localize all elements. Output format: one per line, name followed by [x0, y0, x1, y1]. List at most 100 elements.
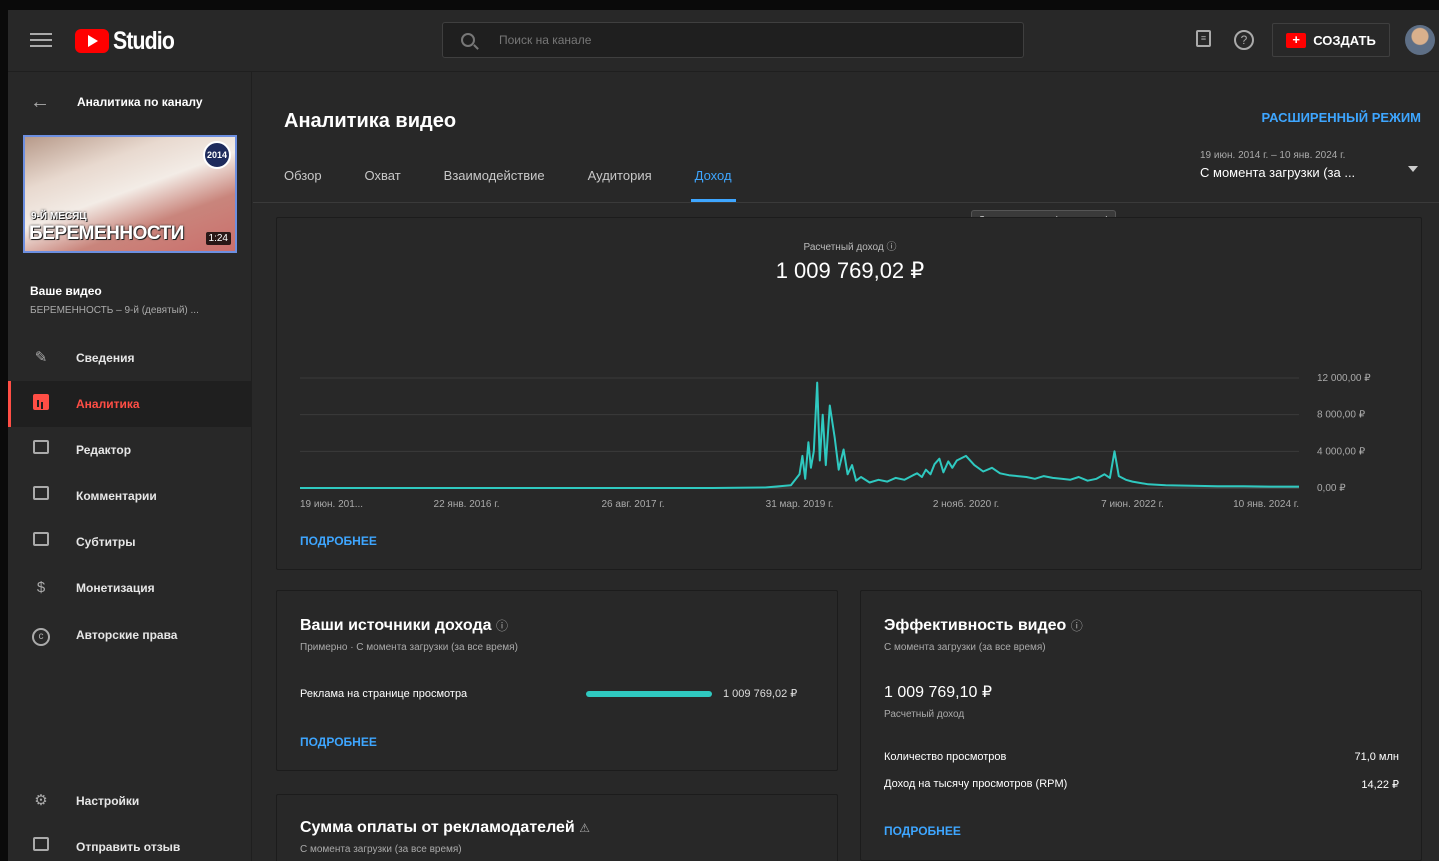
performance-value: 1 009 769,10 ₽ [884, 684, 993, 701]
gear-icon: ⚙ [34, 792, 48, 809]
sidebar-item-send-feedback[interactable]: Отправить отзыв [8, 824, 252, 861]
x-tick-label: 26 авг. 2017 г. [602, 499, 665, 510]
y-tick-label: 0,00 ₽ [1317, 483, 1346, 494]
tab-engagement[interactable]: Взаимодействие [444, 158, 545, 204]
back-arrow-icon[interactable]: ← [30, 92, 50, 112]
sources-more-link[interactable]: ПОДРОБНЕЕ [300, 735, 377, 749]
revenue-more-link[interactable]: ПОДРОБНЕЕ [300, 534, 377, 548]
row-value: 14,22 ₽ [1361, 779, 1399, 791]
sidebar-item-comments[interactable]: Комментарии [8, 473, 252, 519]
sidebar-item-monetization[interactable]: $ Монетизация [8, 565, 252, 611]
performance-row-views: Количество просмотров 71,0 млн [884, 751, 1399, 763]
feedback-icon[interactable]: ≡ [1196, 30, 1211, 47]
card-title: Сумма оплаты от рекламодателей ⚠ [300, 819, 590, 837]
sidebar-item-settings[interactable]: ⚙ Настройки [8, 778, 252, 824]
y-tick-label: 12 000,00 ₽ [1317, 373, 1371, 384]
avatar[interactable] [1405, 25, 1435, 55]
pencil-icon: ✎ [34, 349, 48, 366]
sidebar: ← Аналитика по каналу 2014 9-Й МЕСЯЦ БЕР… [8, 72, 252, 861]
revenue-chart-card: Расчетный доход ⓘ 1 009 769,02 ₽ 0,00 ₽4… [276, 217, 1422, 570]
advanced-mode-link[interactable]: РАСШИРЕННЫЙ РЕЖИМ [1262, 110, 1421, 125]
tab-revenue[interactable]: Доход [690, 158, 736, 204]
sidebar-item-label: Субтитры [76, 535, 136, 549]
search-icon[interactable] [461, 33, 475, 47]
dollar-icon: $ [36, 579, 46, 596]
performance-row-rpm: Доход на тысячу просмотров (RPM) 14,22 ₽ [884, 778, 1399, 791]
sidebar-item-label: Редактор [76, 443, 132, 457]
source-bar [586, 691, 712, 697]
studio-logo[interactable]: Studio [75, 27, 185, 55]
video-duration: 1:24 [205, 232, 231, 245]
sidebar-item-editor[interactable]: Редактор [8, 427, 252, 473]
thumbnail-text-line1: 9-Й МЕСЯЦ [31, 211, 87, 222]
sidebar-item-details[interactable]: ✎ Сведения [8, 335, 252, 381]
sidebar-item-label: Комментарии [76, 489, 157, 503]
card-title: Ваши источники дохода ⓘ [300, 617, 508, 635]
sidebar-item-label: Монетизация [76, 581, 155, 595]
search-input[interactable] [499, 33, 979, 47]
performance-value-label: Расчетный доход [884, 709, 965, 720]
studio-window: Studio ≡ ? + СОЗДАТЬ ← Аналитика по кана… [8, 10, 1439, 861]
date-range-dates: 19 июн. 2014 г. – 10 янв. 2024 г. [1200, 150, 1346, 161]
subtitles-icon [31, 532, 51, 552]
sidebar-item-label: Аналитика [76, 397, 140, 411]
youtube-logo-icon [75, 29, 109, 53]
video-performance-card: Эффективность видео ⓘ С момента загрузки… [860, 590, 1422, 861]
sidebar-item-copyright[interactable]: c Авторские права [8, 612, 252, 658]
sidebar-item-label: Отправить отзыв [76, 840, 181, 854]
page-title: Аналитика видео [284, 110, 457, 132]
info-icon[interactable]: ⓘ [1071, 619, 1083, 633]
info-icon[interactable]: ⓘ [496, 619, 508, 633]
x-tick-label: 19 июн. 201... [300, 499, 363, 510]
row-label: Количество просмотров [884, 751, 1007, 763]
menu-icon[interactable] [30, 29, 52, 51]
search-bar[interactable] [442, 22, 1024, 58]
app-name: Studio [113, 26, 175, 55]
source-value: 1 009 769,02 ₽ [723, 688, 798, 700]
card-subtitle: С момента загрузки (за все время) [884, 642, 1046, 653]
create-button[interactable]: + СОЗДАТЬ [1272, 23, 1390, 57]
create-label: СОЗДАТЬ [1313, 32, 1376, 48]
chevron-down-icon[interactable] [1408, 166, 1418, 172]
analytics-tabs: Обзор Охват Взаимодействие Аудитория Дох… [284, 158, 775, 204]
video-title: БЕРЕМЕННОСТЬ – 9-й (девятый) ... [30, 305, 199, 316]
card-subtitle: Примерно · С момента загрузки (за все вр… [300, 642, 518, 653]
x-tick-label: 22 янв. 2016 г. [434, 499, 500, 510]
tabs-divider [253, 202, 1439, 203]
tab-overview[interactable]: Обзор [284, 158, 322, 204]
advertiser-payments-card: Сумма оплаты от рекламодателей ⚠ С момен… [276, 794, 838, 861]
create-video-icon: + [1286, 32, 1307, 48]
copyright-icon: c [31, 625, 51, 646]
x-tick-label: 7 июн. 2022 г. [1101, 499, 1164, 510]
y-tick-label: 8 000,00 ₽ [1317, 410, 1366, 421]
help-icon[interactable]: ? [1234, 30, 1254, 50]
x-tick-label: 31 мар. 2019 г. [766, 499, 834, 510]
tab-audience[interactable]: Аудитория [588, 158, 652, 204]
warning-icon[interactable]: ⚠ [579, 821, 590, 835]
thumbnail-text-line2: БЕРЕМЕННОСТИ [29, 223, 184, 244]
video-thumbnail[interactable]: 2014 9-Й МЕСЯЦ БЕРЕМЕННОСТИ 1:24 [23, 135, 237, 253]
sidebar-item-analytics[interactable]: Аналитика [8, 381, 252, 427]
performance-more-link[interactable]: ПОДРОБНЕЕ [884, 824, 961, 838]
source-label: Реклама на странице просмотра [300, 688, 468, 700]
sidebar-item-subtitles[interactable]: Субтитры [8, 519, 252, 565]
date-range-selector[interactable]: 19 июн. 2014 г. – 10 янв. 2024 г. С моме… [1200, 150, 1420, 180]
tab-reach[interactable]: Охват [365, 158, 401, 204]
your-video-label: Ваше видео [30, 284, 102, 298]
feedback-icon [31, 837, 51, 857]
row-label: Доход на тысячу просмотров (RPM) [884, 778, 1068, 790]
y-tick-label: 4 000,00 ₽ [1317, 446, 1366, 457]
revenue-series-line[interactable] [300, 381, 1299, 489]
analytics-icon [31, 394, 51, 414]
comments-icon [31, 486, 51, 506]
x-tick-label: 2 нояб. 2020 г. [933, 498, 999, 510]
back-title: Аналитика по каналу [77, 95, 203, 109]
channel-badge: 2014 [203, 141, 231, 169]
editor-icon [31, 440, 51, 460]
revenue-chart[interactable]: 0,00 ₽ 4 000,00 ₽ 8 000,00 ₽ 12 000,00 ₽ 19 … [277, 218, 1423, 571]
sidebar-item-label: Настройки [76, 794, 140, 808]
sidebar-item-label: Авторские права [76, 628, 178, 642]
card-title: Эффективность видео ⓘ [884, 617, 1083, 635]
back-to-channel-analytics[interactable]: ← Аналитика по каналу [8, 90, 252, 114]
revenue-sources-card: Ваши источники дохода ⓘ Примерно · С мом… [276, 590, 838, 771]
